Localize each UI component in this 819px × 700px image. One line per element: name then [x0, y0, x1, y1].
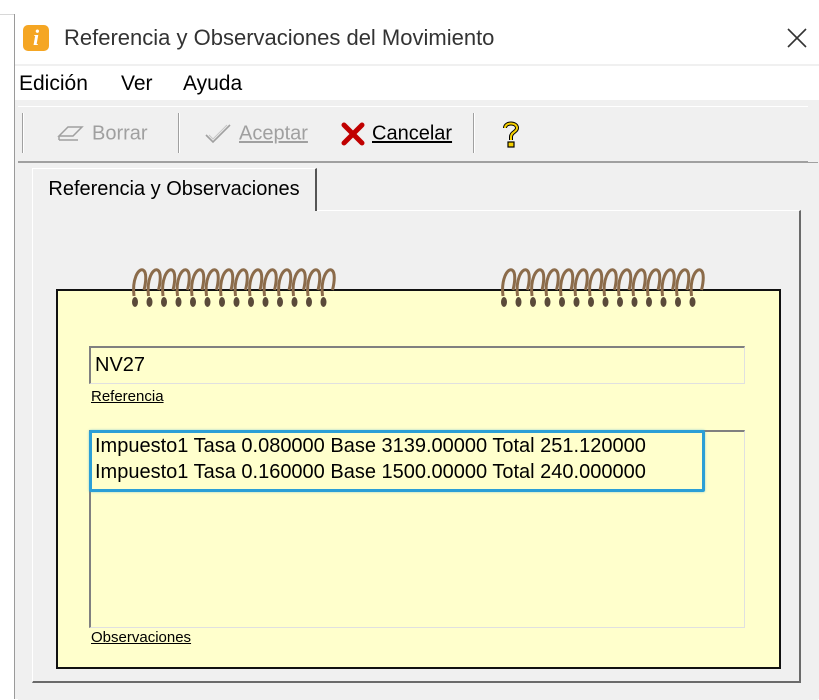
spiral-hole	[646, 297, 652, 307]
eraser-icon	[57, 125, 84, 141]
cancelar-label: Cancelar	[372, 122, 453, 145]
spiral-hole	[248, 297, 254, 307]
spiral-hole	[219, 297, 225, 307]
spiral-hole	[689, 297, 696, 307]
cancelar-button[interactable]: Cancelar	[340, 117, 452, 149]
spiral-coil	[204, 268, 220, 297]
spiral-coil	[190, 268, 206, 297]
spiral-hole	[544, 297, 551, 307]
spiral-coil	[530, 268, 546, 297]
spiral-coil	[233, 268, 249, 297]
spiral-hole	[262, 297, 269, 307]
borrar-label: Borrar	[92, 122, 148, 145]
spiral-hole	[291, 297, 298, 307]
title-bar: i Referencia y Observaciones del Movimie…	[15, 14, 819, 64]
spiral-coil	[646, 268, 662, 297]
spiral-hole	[204, 297, 211, 307]
spiral-hole	[617, 297, 623, 307]
spiral-hole	[146, 297, 153, 307]
spiral-coil	[161, 268, 177, 297]
spiral-hole	[306, 297, 312, 307]
toolbar: Borrar Aceptar Cancelar	[18, 106, 808, 162]
spiral-coil	[132, 268, 148, 297]
tab-referencia-observaciones[interactable]: Referencia y Observaciones	[32, 168, 317, 211]
spiral-coil	[588, 268, 604, 297]
spiral-hole	[515, 297, 522, 307]
menu-ver[interactable]: Ver	[121, 71, 153, 97]
referencia-label-text: Referencia	[91, 388, 164, 405]
spiral-binding-right	[501, 268, 705, 307]
spiral-hole	[320, 297, 327, 307]
spiral-coil	[675, 268, 691, 297]
aceptar-label: Aceptar	[239, 122, 308, 145]
red-x-icon	[341, 122, 365, 146]
close-icon	[787, 28, 807, 48]
toolbar-separator	[473, 113, 475, 153]
spiral-coil	[248, 268, 264, 297]
spiral-coil	[631, 268, 647, 297]
spiral-coil	[617, 268, 633, 297]
observaciones-label: Observaciones	[91, 629, 191, 646]
menu-ayuda[interactable]: Ayuda	[183, 71, 242, 97]
referencia-label: Referencia	[91, 388, 164, 405]
spiral-binding-left	[132, 268, 336, 307]
spiral-coil	[689, 268, 705, 297]
aceptar-button[interactable]: Aceptar	[203, 117, 308, 149]
spiral-hole	[588, 297, 594, 307]
toolbar-separator	[178, 113, 180, 153]
spiral-coil	[602, 268, 618, 297]
toolbar-separator	[22, 113, 24, 153]
borrar-button[interactable]: Borrar	[56, 117, 148, 149]
highlight-box	[89, 430, 705, 492]
spiral-hole	[132, 297, 138, 307]
help-button[interactable]	[500, 117, 528, 149]
spiral-hole	[161, 297, 167, 307]
spiral-hole	[631, 297, 638, 307]
menu-bar: Edición Ver Ayuda	[15, 66, 819, 100]
spiral-coil	[515, 268, 531, 297]
spiral-coil	[175, 268, 191, 297]
spiral-hole	[530, 297, 536, 307]
app-info-icon: i	[23, 25, 49, 51]
checkmark-icon	[205, 124, 231, 143]
spiral-hole	[175, 297, 182, 307]
spiral-hole	[675, 297, 681, 307]
spiral-coil	[544, 268, 560, 297]
spiral-coil	[306, 268, 322, 297]
spiral-hole	[602, 297, 609, 307]
observaciones-label-text: Observaciones	[91, 629, 192, 646]
spiral-coil	[559, 268, 575, 297]
spiral-coil	[262, 268, 278, 297]
spiral-hole	[501, 297, 507, 307]
spiral-coil	[291, 268, 307, 297]
spiral-hole	[559, 297, 565, 307]
spiral-coil	[277, 268, 293, 297]
menu-edicion[interactable]: Edición	[19, 71, 88, 97]
spiral-coil	[320, 268, 336, 297]
spiral-hole	[660, 297, 667, 307]
spiral-hole	[190, 297, 196, 307]
background-window-strip	[0, 0, 819, 15]
spiral-coil	[660, 268, 676, 297]
spiral-coil	[219, 268, 235, 297]
help-key-icon	[503, 121, 520, 148]
spiral-hole	[573, 297, 580, 307]
spiral-hole	[233, 297, 240, 307]
spiral-coil	[146, 268, 162, 297]
spiral-hole	[277, 297, 283, 307]
window-title: Referencia y Observaciones del Movimient…	[64, 25, 495, 50]
referencia-input[interactable]: NV27	[89, 346, 745, 384]
spiral-coil	[573, 268, 589, 297]
referencia-value: NV27	[95, 354, 146, 376]
spiral-coil	[501, 268, 517, 297]
close-button[interactable]	[770, 14, 819, 64]
